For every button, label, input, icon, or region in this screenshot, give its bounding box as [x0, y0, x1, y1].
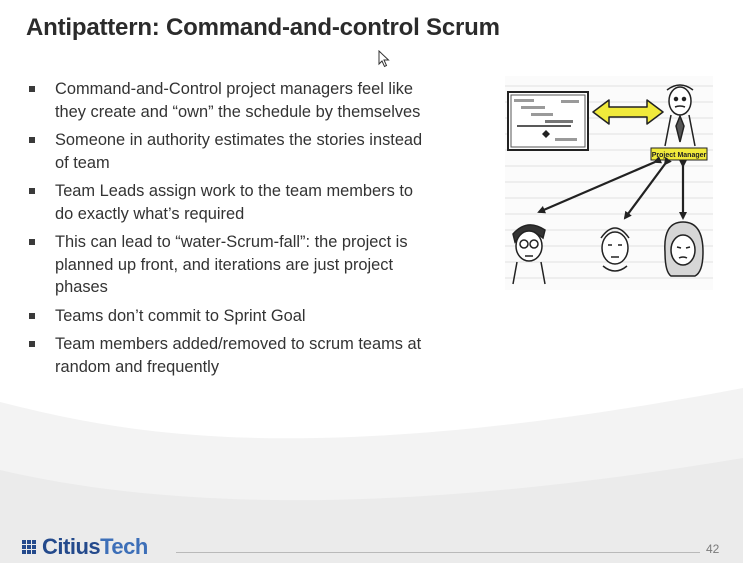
logo-grid-icon	[22, 540, 36, 554]
command-control-illustration: Project Manager	[505, 76, 713, 290]
bullet-item: This can lead to “water-Scrum-fall”: the…	[26, 231, 426, 299]
bullet-item: Team Leads assign work to the team membe…	[26, 180, 426, 225]
bullet-item: Teams don’t commit to Sprint Goal	[26, 305, 426, 328]
bullet-square-icon	[29, 188, 35, 194]
slide-title: Antipattern: Command-and-control Scrum	[26, 14, 500, 41]
slide: Antipattern: Command-and-control Scrum C…	[0, 0, 743, 563]
bullet-item: Team members added/removed to scrum team…	[26, 333, 426, 378]
company-logo: CitiusTech	[22, 534, 148, 560]
logo-text-part2: Tech	[100, 534, 148, 559]
bullet-square-icon	[29, 239, 35, 245]
footer-divider	[176, 552, 700, 553]
gantt-chart-icon	[507, 91, 589, 151]
bullet-square-icon	[29, 341, 35, 347]
bullet-text: Command-and-Control project managers fee…	[55, 80, 421, 121]
bullet-square-icon	[29, 86, 35, 92]
bullet-text: Someone in authority estimates the stori…	[55, 131, 423, 172]
bullet-item: Command-and-Control project managers fee…	[26, 78, 426, 123]
bullet-text: Teams don’t commit to Sprint Goal	[55, 306, 306, 325]
bullet-square-icon	[29, 312, 35, 319]
bullet-text: Team members added/removed to scrum team…	[55, 335, 422, 376]
bullet-item: Someone in authority estimates the stori…	[26, 129, 426, 174]
mouse-cursor-icon	[378, 50, 390, 68]
team-member-icon	[664, 221, 704, 277]
bullet-text: This can lead to “water-Scrum-fall”: the…	[55, 233, 408, 296]
page-number: 42	[706, 542, 720, 556]
logo-text-part1: Citius	[42, 534, 101, 559]
logo-text: CitiusTech	[42, 534, 148, 560]
project-manager-label: Project Manager	[652, 152, 707, 159]
bullet-text: Team Leads assign work to the team membe…	[55, 182, 414, 223]
bullet-list: Command-and-Control project managers fee…	[26, 78, 426, 384]
bullet-square-icon	[29, 137, 35, 143]
